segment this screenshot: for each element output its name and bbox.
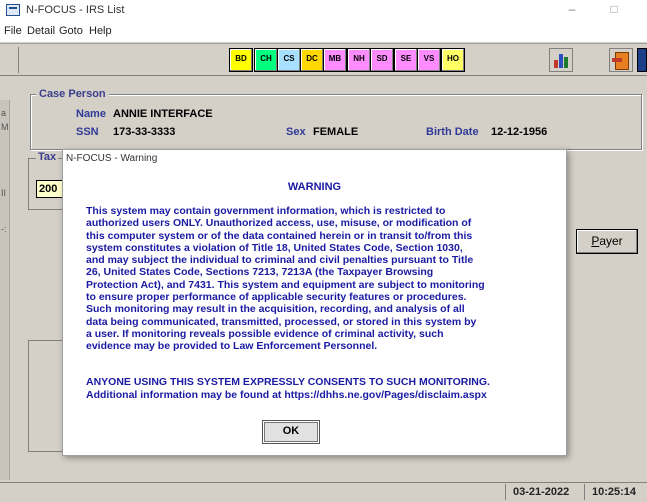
menu-help[interactable]: Help [89, 25, 112, 37]
birth-date-value: 12-12-1956 [491, 126, 548, 138]
maximize-button[interactable]: □ [604, 2, 624, 20]
status-divider [584, 484, 585, 500]
warning-line: evidence may be provided to Law Enforcem… [86, 340, 378, 353]
warning-line: this computer system or of the data cont… [86, 229, 473, 242]
edge-char: M [1, 122, 9, 132]
background-window-edge: a M II -: [0, 100, 10, 480]
warning-line: data being communicated, transmitted, pr… [86, 315, 477, 328]
tax-legend: Tax [36, 151, 59, 163]
menu-goto[interactable]: Goto [59, 25, 83, 37]
minimize-button[interactable]: – [562, 2, 582, 20]
warning-line: and may subject the individual to crimin… [86, 254, 474, 267]
info-text: Additional information may be found at h… [86, 389, 487, 401]
toolbar-button-bd[interactable]: BD [229, 48, 253, 72]
sex-value: FEMALE [313, 126, 359, 138]
case-person-groupbox [30, 94, 642, 150]
birth-date-label: Birth Date [426, 126, 479, 138]
ssn-value: 173-33-3333 [113, 126, 176, 138]
menu-bar: File Detail Goto Help [0, 22, 647, 42]
menu-detail[interactable]: Detail [27, 25, 55, 37]
app-icon [6, 4, 20, 16]
menu-file[interactable]: File [4, 25, 22, 37]
status-date: 03-21-2022 [513, 486, 570, 498]
warning-line: system constitutes a violation of Title … [86, 241, 463, 254]
toolbar-button-ho[interactable]: HO [441, 48, 465, 72]
toolbar-button-sd[interactable]: SD [370, 48, 394, 72]
bar-chart-icon[interactable] [549, 48, 573, 72]
toolbar-extra-icon[interactable] [637, 48, 647, 72]
payer-button[interactable]: Payer [576, 229, 638, 254]
status-time: 10:25:14 [592, 486, 637, 498]
warning-line: Protection Act), and 7431. This system a… [86, 278, 485, 291]
toolbar-button-vs[interactable]: VS [417, 48, 441, 72]
toolbar-button-ch[interactable]: CH [254, 48, 278, 72]
toolbar-button-dc[interactable]: DC [300, 48, 324, 72]
consent-text: ANYONE USING THIS SYSTEM EXPRESSLY CONSE… [86, 376, 490, 388]
name-label: Name [76, 108, 106, 120]
ok-button[interactable]: OK [262, 420, 320, 444]
warning-body: This system may contain government infor… [86, 205, 554, 353]
warning-line: a user. If monitoring reveals possible e… [86, 327, 444, 340]
window-title: N-FOCUS - IRS List [26, 4, 125, 16]
name-value: ANNIE INTERFACE [113, 108, 213, 120]
toolbar-button-cs[interactable]: CS [277, 48, 301, 72]
edge-char: a [1, 108, 7, 118]
warning-line: Such monitoring may result in the acquis… [86, 303, 465, 316]
dialog-title: N-FOCUS - Warning [66, 153, 158, 164]
warning-line: to ensure proper performance of applicab… [86, 291, 467, 304]
payer-label: ayer [599, 234, 623, 248]
exit-door-icon[interactable] [609, 48, 633, 72]
warning-heading: WARNING [287, 181, 342, 193]
ssn-label: SSN [76, 126, 99, 138]
warning-line: 26, United States Code, Sections 7213, 7… [86, 266, 434, 279]
toolbar-button-mb[interactable]: MB [323, 48, 347, 72]
warning-line: authorized users ONLY. Unauthorized acce… [86, 217, 472, 230]
edge-char: II [1, 188, 7, 198]
toolbar-button-nh[interactable]: NH [347, 48, 371, 72]
toolbar-button-se[interactable]: SE [394, 48, 418, 72]
case-person-legend: Case Person [36, 88, 109, 100]
warning-line: This system may contain government infor… [86, 205, 446, 217]
status-divider [505, 484, 506, 500]
toolbar-separator [18, 47, 19, 73]
edge-char: -: [1, 224, 7, 234]
sex-label: Sex [286, 126, 306, 138]
